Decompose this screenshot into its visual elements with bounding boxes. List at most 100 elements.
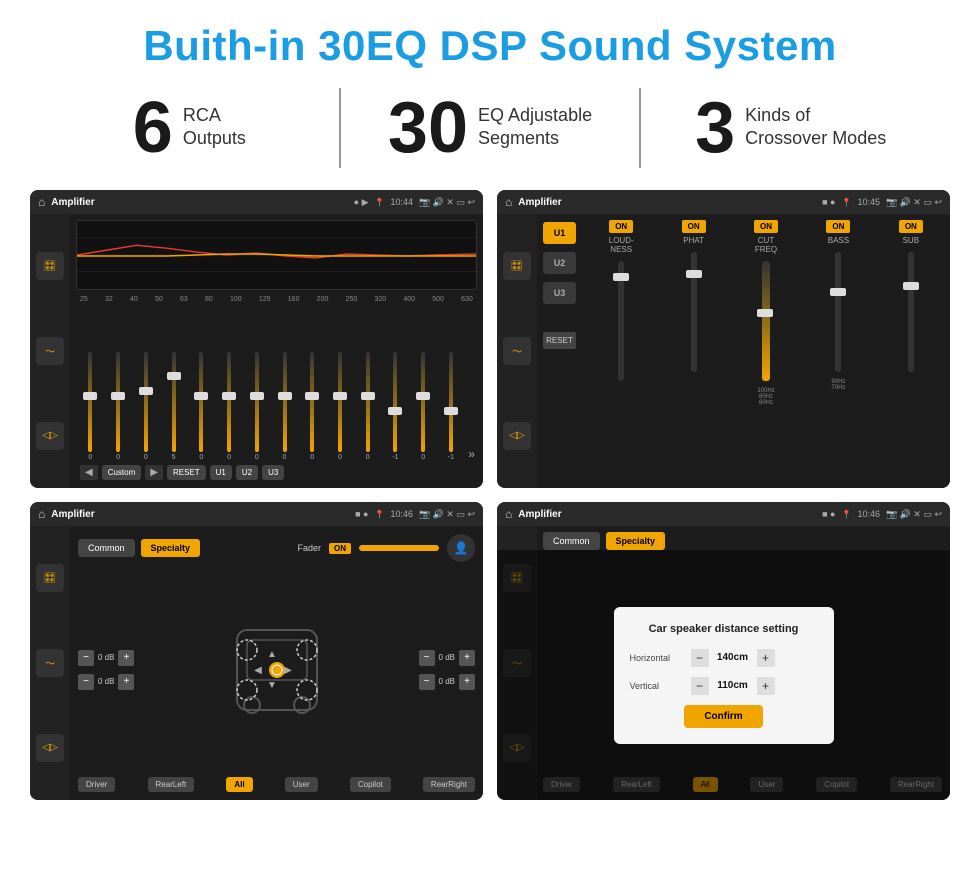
crossover-sidebar-btn-1[interactable]: 🎛 <box>503 252 531 280</box>
fader-avatar[interactable]: 👤 <box>447 534 475 562</box>
reset-btn-crossover[interactable]: RESET <box>543 332 576 349</box>
eq-slider-5[interactable]: 0 <box>217 352 242 461</box>
stat-item-rca: 6 RCA Outputs <box>60 92 319 164</box>
confirm-button[interactable]: Confirm <box>684 705 762 728</box>
dialog-plus-h[interactable]: + <box>757 649 775 667</box>
tab-specialty-4[interactable]: Specialty <box>606 532 666 550</box>
eq-slider-7[interactable]: 0 <box>272 352 297 461</box>
stat-text-crossover: Kinds of Crossover Modes <box>745 92 886 151</box>
plus-btn-rr[interactable]: + <box>459 674 475 690</box>
topbar-2: ⌂ Amplifier ■ ● 📍 10:45 📷 🔊 ✕ ▭ ↩ <box>497 190 950 214</box>
fader-sidebar-btn-3[interactable]: ◁▷ <box>36 734 64 762</box>
dialog-minus-v[interactable]: − <box>691 677 709 695</box>
db-row-fl: − 0 dB + <box>78 650 134 666</box>
ch-slider-sub[interactable] <box>908 252 914 372</box>
user-btn-fader[interactable]: User <box>285 777 318 792</box>
eq-slider-11[interactable]: -1 <box>383 352 408 461</box>
eq-slider-1[interactable]: 0 <box>106 352 131 461</box>
ch-slider-phat[interactable] <box>691 252 697 372</box>
eq-custom-btn[interactable]: Custom <box>102 465 142 480</box>
eq-slider-12[interactable]: 0 <box>411 352 436 461</box>
rearleft-btn[interactable]: RearLeft <box>148 777 195 792</box>
home-icon-4[interactable]: ⌂ <box>505 507 512 521</box>
dialog-minus-h[interactable]: − <box>691 649 709 667</box>
minus-btn-fr[interactable]: − <box>419 650 435 666</box>
ch-on-bass[interactable]: ON <box>826 220 850 233</box>
ch-slider-cutfreq[interactable] <box>762 261 770 381</box>
ch-label-phat: PHAT <box>683 236 704 245</box>
dialog-plus-v[interactable]: + <box>757 677 775 695</box>
crossover-sidebar-btn-3[interactable]: ◁▷ <box>503 422 531 450</box>
eq-slider-0[interactable]: 0 <box>78 352 103 461</box>
crossover-screen-body: 🎛 〜 ◁▷ U1 U2 U3 RESET ON LOUD-NESS <box>497 214 950 488</box>
eq-slider-13[interactable]: -1 <box>439 352 464 461</box>
ch-on-loudness[interactable]: ON <box>609 220 633 233</box>
screen-fader: ⌂ Amplifier ■ ● 📍 10:46 📷 🔊 ✕ ▭ ↩ 🎛 〜 ◁▷… <box>30 502 483 800</box>
plus-btn-fr[interactable]: + <box>459 650 475 666</box>
ch-on-sub[interactable]: ON <box>899 220 923 233</box>
topbar-title-3: Amplifier <box>51 509 349 520</box>
minus-btn-rl[interactable]: − <box>78 674 94 690</box>
minus-btn-fl[interactable]: − <box>78 650 94 666</box>
ch-slider-bass[interactable] <box>835 252 841 372</box>
u1-btn[interactable]: U1 <box>543 222 576 244</box>
plus-btn-fl[interactable]: + <box>118 650 134 666</box>
dialog-ctrl-v: − 110cm + <box>691 677 775 695</box>
eq-u1-btn[interactable]: U1 <box>210 465 232 480</box>
eq-sidebar-btn-1[interactable]: 🎛 <box>36 252 64 280</box>
copilot-btn[interactable]: Copilot <box>350 777 391 792</box>
screen4-top-tabs: Common Specialty <box>543 532 944 550</box>
home-icon-1[interactable]: ⌂ <box>38 195 45 209</box>
db-val-fl: 0 dB <box>98 653 114 662</box>
db-row-fr: − 0 dB + <box>419 650 475 666</box>
driver-btn[interactable]: Driver <box>78 777 115 792</box>
stats-row: 6 RCA Outputs 30 EQ Adjustable Segments … <box>0 88 980 168</box>
eq-slider-3[interactable]: 5 <box>161 352 186 461</box>
ch-label-sub: SUB <box>903 236 919 245</box>
eq-slider-4[interactable]: 0 <box>189 352 214 461</box>
ch-cutfreq: ON CUTFREQ 100Hz80Hz60Hz <box>733 220 799 482</box>
eq-slider-10[interactable]: 0 <box>355 352 380 461</box>
home-icon-3[interactable]: ⌂ <box>38 507 45 521</box>
eq-prev-btn[interactable]: ◀ <box>80 465 98 480</box>
eq-slider-8[interactable]: 0 <box>300 352 325 461</box>
eq-sidebar-btn-2[interactable]: 〜 <box>36 337 64 365</box>
topbar-pin-3: 📍 <box>375 510 385 519</box>
all-btn-fader[interactable]: All <box>226 777 252 792</box>
screen-distance: ⌂ Amplifier ■ ● 📍 10:46 📷 🔊 ✕ ▭ ↩ 🎛 〜 ◁▷… <box>497 502 950 800</box>
tab-specialty[interactable]: Specialty <box>141 539 201 557</box>
fader-screen-body: 🎛 〜 ◁▷ Common Specialty Fader ON 👤 <box>30 526 483 800</box>
eq-u3-btn[interactable]: U3 <box>262 465 284 480</box>
ch-on-cutfreq[interactable]: ON <box>754 220 778 233</box>
fader-on-badge[interactable]: ON <box>329 543 351 554</box>
eq-sidebar-btn-3[interactable]: ◁▷ <box>36 422 64 450</box>
eq-slider-6[interactable]: 0 <box>244 352 269 461</box>
eq-slider-2[interactable]: 0 <box>133 352 158 461</box>
ch-slider-loudness[interactable] <box>618 261 624 381</box>
eq-u2-btn[interactable]: U2 <box>236 465 258 480</box>
eq-sliders-area: 0 0 0 5 0 <box>76 305 477 461</box>
fader-controls-right: − 0 dB + − 0 dB + <box>419 650 475 690</box>
eq-reset-btn[interactable]: RESET <box>167 465 206 480</box>
stat-divider-1 <box>339 88 341 168</box>
ch-label-loudness: LOUD-NESS <box>609 236 634 254</box>
plus-btn-rl[interactable]: + <box>118 674 134 690</box>
fader-slider-h[interactable] <box>359 545 439 551</box>
u2-btn[interactable]: U2 <box>543 252 576 274</box>
tab-common-4[interactable]: Common <box>543 532 600 550</box>
topbar-title-1: Amplifier <box>51 197 347 208</box>
fader-sidebar-btn-2[interactable]: 〜 <box>36 649 64 677</box>
ch-on-phat[interactable]: ON <box>682 220 706 233</box>
fader-sidebar-btn-1[interactable]: 🎛 <box>36 564 64 592</box>
home-icon-2[interactable]: ⌂ <box>505 195 512 209</box>
main-title: Buith-in 30EQ DSP Sound System <box>0 0 980 88</box>
rearright-btn[interactable]: RearRight <box>423 777 475 792</box>
eq-play-btn[interactable]: ▶ <box>145 465 163 480</box>
u3-btn[interactable]: U3 <box>543 282 576 304</box>
eq-slider-9[interactable]: 0 <box>328 352 353 461</box>
minus-btn-rr[interactable]: − <box>419 674 435 690</box>
screen-crossover: ⌂ Amplifier ■ ● 📍 10:45 📷 🔊 ✕ ▭ ↩ 🎛 〜 ◁▷… <box>497 190 950 488</box>
crossover-sidebar-btn-2[interactable]: 〜 <box>503 337 531 365</box>
topbar-4: ⌂ Amplifier ■ ● 📍 10:46 📷 🔊 ✕ ▭ ↩ <box>497 502 950 526</box>
tab-common[interactable]: Common <box>78 539 135 557</box>
